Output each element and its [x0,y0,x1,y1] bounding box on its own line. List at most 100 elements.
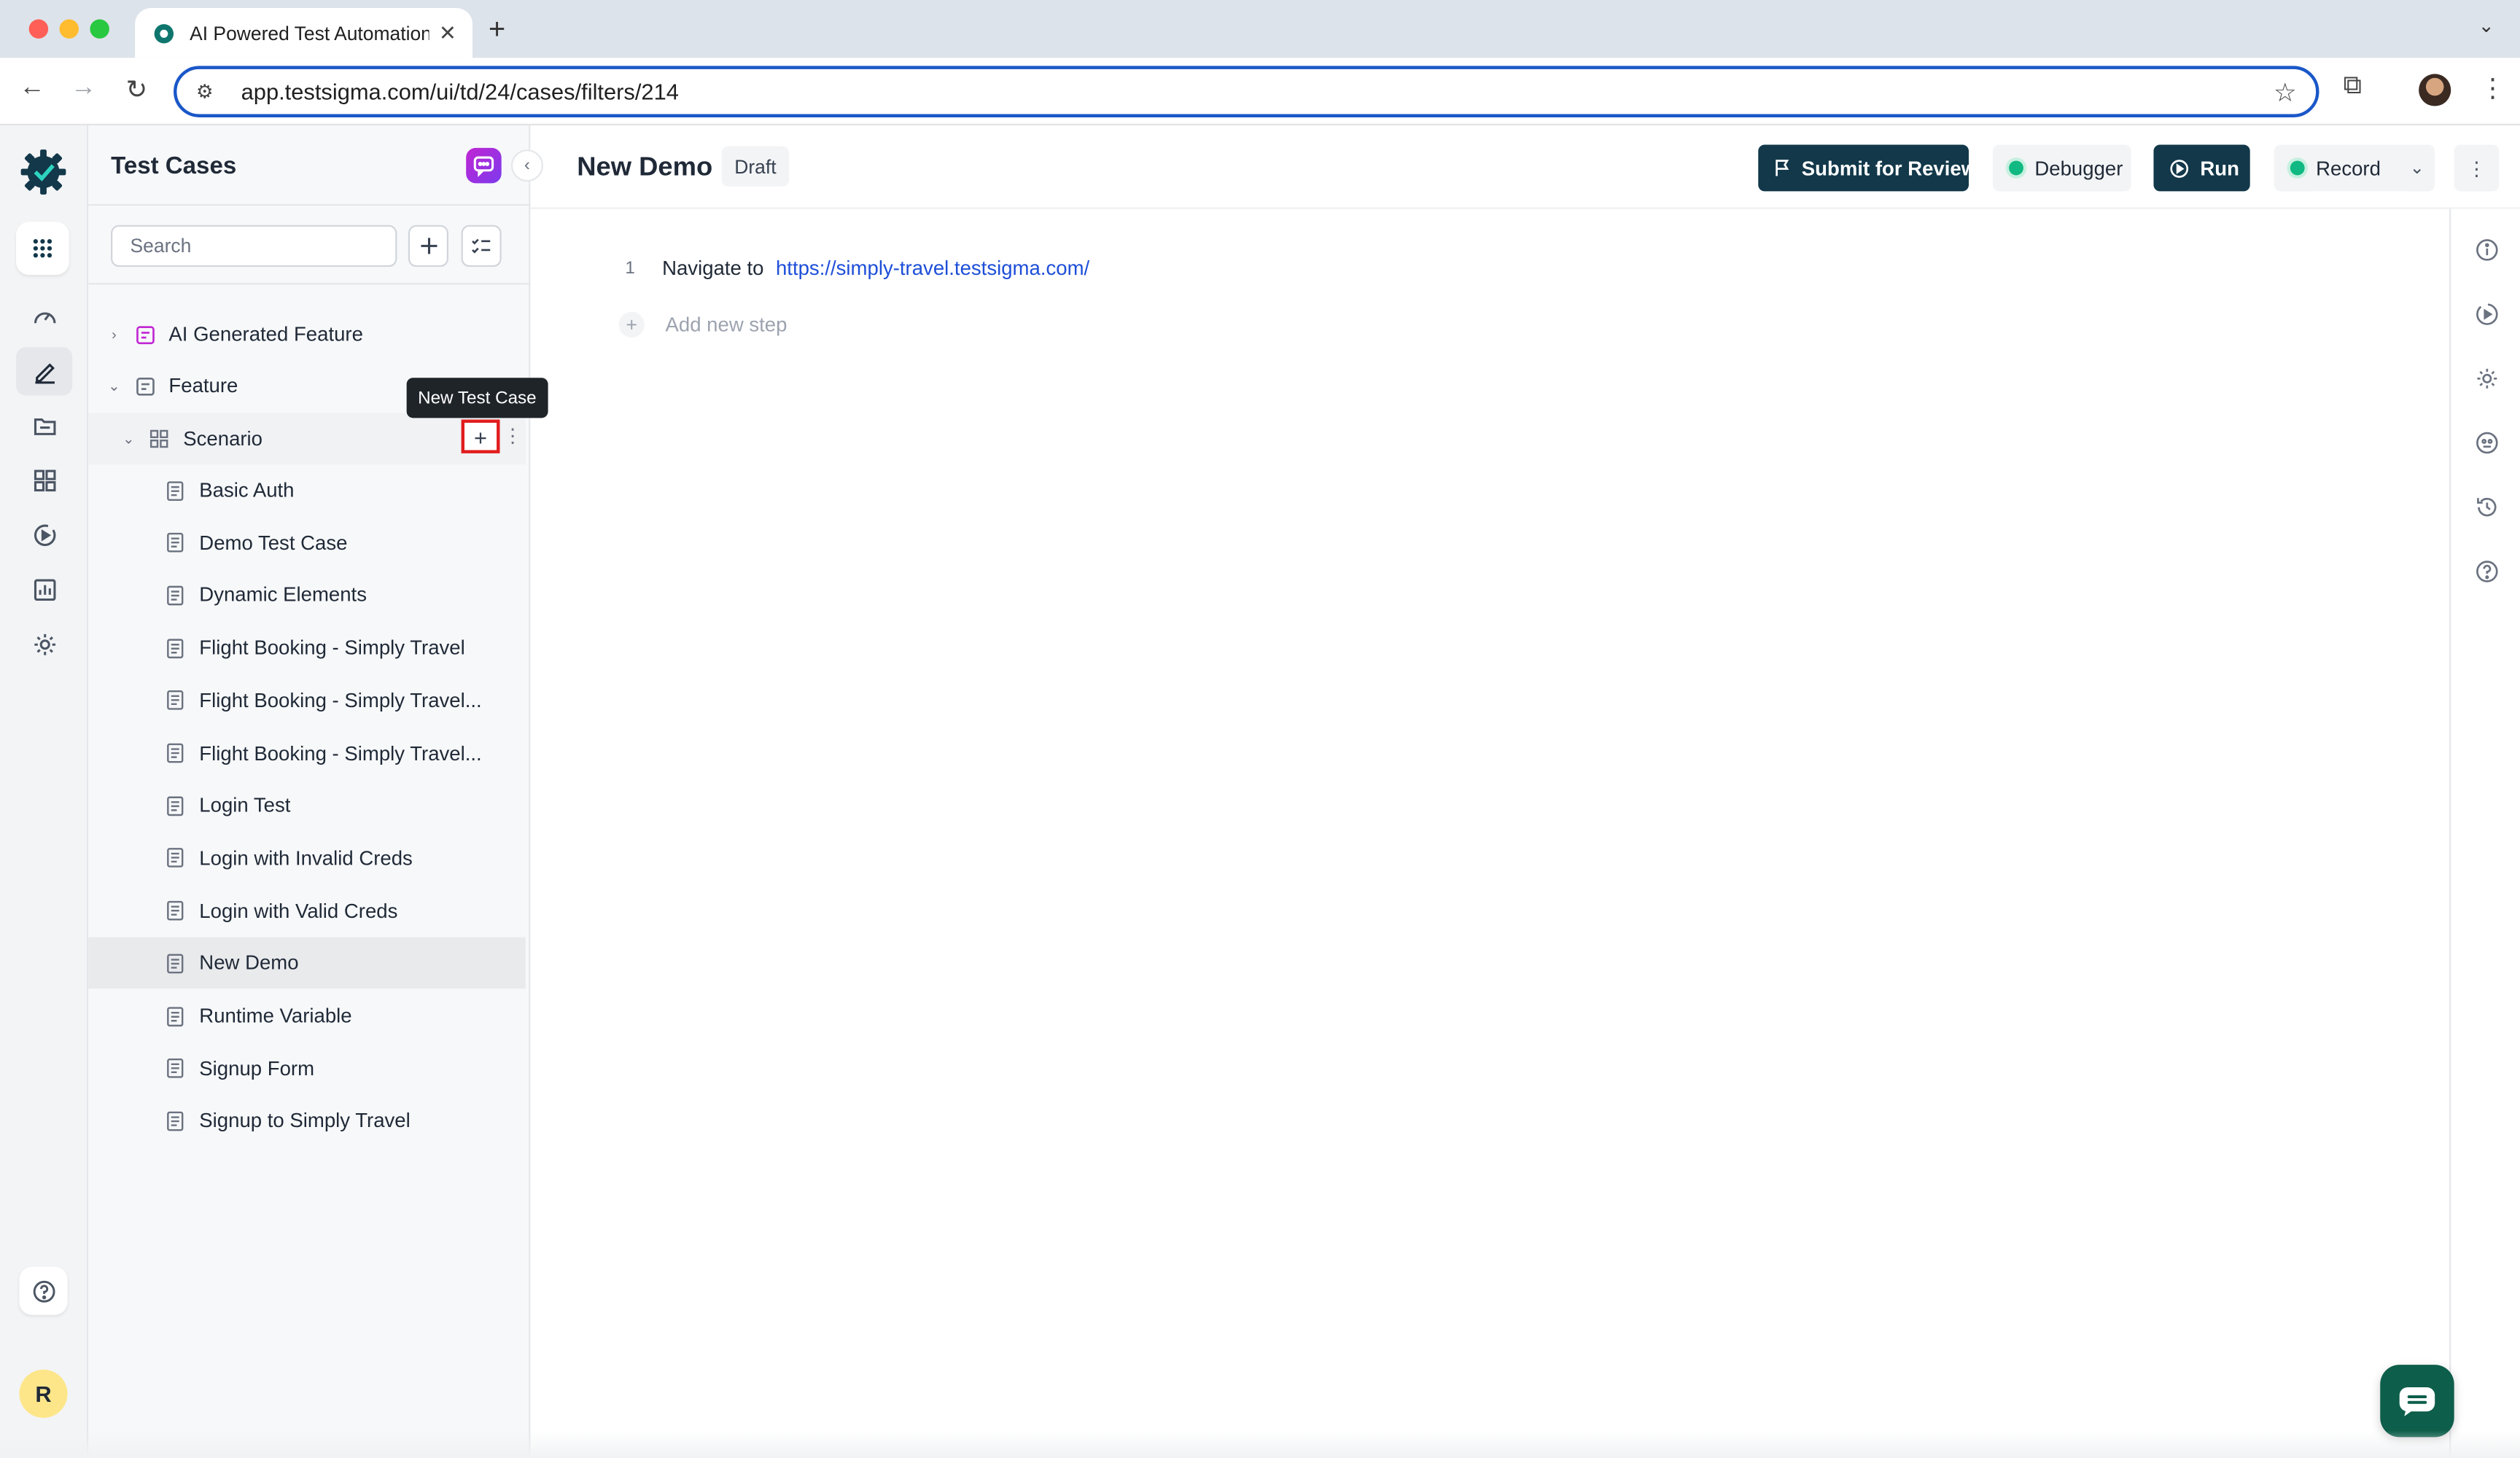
back-icon[interactable]: ← [15,74,50,103]
apps-grid-button[interactable] [16,222,69,276]
new-test-case-button[interactable]: + [461,419,500,453]
test-case-item[interactable]: Dynamic Elements [88,569,526,621]
step-text[interactable]: Navigate to https://simply-travel.testsi… [662,257,1089,280]
help-button[interactable] [19,1266,68,1315]
tree-scenario[interactable]: ⌄ Scenario + ⋮ [88,413,526,465]
testsigma-logo-icon[interactable] [19,148,67,196]
test-case-item[interactable]: New Demo [88,937,526,989]
chat-icon [2399,1386,2435,1416]
test-case-item[interactable]: Signup to Simply Travel [88,1096,526,1147]
help-circle-icon [32,1279,55,1302]
test-case-doc-icon [164,1110,187,1132]
chevron-down-icon[interactable]: ⌄ [2410,157,2424,178]
test-case-item[interactable]: Flight Booking - Simply Travel... [88,728,526,779]
dry-run-button[interactable] [2470,297,2502,330]
test-case-label: Signup Form [199,1057,315,1080]
test-case-doc-icon [164,742,187,765]
add-button[interactable] [408,225,448,268]
step-url-link[interactable]: https://simply-travel.testsigma.com/ [776,257,1089,280]
dashboard-nav-button[interactable] [16,292,72,340]
app-root: AI Powered Test Automation P ✕ + ⌄ ← → ↻… [0,0,2520,1458]
debugger-status-dot [2009,160,2023,176]
info-button[interactable] [2470,233,2502,265]
test-case-doc-icon [164,900,187,922]
forward-icon[interactable]: → [66,74,101,103]
run-button[interactable]: Run [2153,144,2250,192]
reports-nav-button[interactable] [16,566,72,614]
test-case-label: Login Test [199,794,291,817]
test-case-title[interactable]: New Demo [577,152,712,183]
test-case-item[interactable]: Login Test [88,780,526,832]
browser-menu-icon[interactable]: ⋮ [2480,72,2505,104]
record-button[interactable]: Record ⌄ [2274,144,2435,192]
history-button[interactable] [2470,491,2502,523]
ai-copilot-button[interactable] [2470,426,2502,458]
ai-assistant-button[interactable] [466,147,502,184]
collapse-panel-button[interactable]: ‹ [510,149,543,182]
more-actions-button[interactable]: ⋮ [2454,144,2500,192]
test-case-item[interactable]: Flight Booking - Simply Travel [88,623,526,674]
test-case-item[interactable]: Flight Booking - Simply Travel... [88,675,526,727]
right-tool-rail [2449,208,2520,1458]
add-new-step-label[interactable]: Add new step [665,313,787,336]
chevron-down-icon[interactable]: ⌄ [119,430,138,448]
panel-divider [88,283,531,285]
browser-profile-avatar[interactable] [2419,74,2451,106]
settings-nav-button[interactable] [16,620,72,668]
test-case-doc-icon [164,636,187,659]
feature-ai-icon [133,323,156,346]
maximize-window-button[interactable] [90,19,109,39]
close-window-button[interactable] [28,19,49,39]
close-tab-icon[interactable]: ✕ [439,20,456,46]
test-data-nav-button[interactable] [16,402,72,450]
flag-icon [1774,159,1790,176]
step-number: 1 [625,259,635,278]
grid-four-icon [33,469,55,492]
chevron-right-icon[interactable]: › [104,327,123,343]
test-case-item[interactable]: Basic Auth [88,464,526,516]
status-badge: Draft [721,146,790,187]
test-case-item[interactable]: Demo Test Case [88,517,526,569]
help-button[interactable] [2470,555,2502,587]
test-cases-nav-button[interactable] [16,347,73,396]
page-bottom-edge [0,1430,2520,1458]
submit-for-review-button[interactable]: Submit for Review [1758,144,1977,192]
modules-nav-button[interactable] [16,456,72,504]
settings-button[interactable] [2470,362,2502,394]
extensions-icon[interactable]: ⧉ [2344,72,2362,101]
support-chat-button[interactable] [2380,1365,2454,1438]
test-case-item[interactable]: Runtime Variable [88,990,526,1042]
bookmark-star-icon[interactable]: ☆ [2274,77,2297,109]
main-header: New Demo Draft Submit for Review Debugge… [530,125,2520,209]
panel-header: Test Cases ‹ [88,125,543,206]
test-case-item[interactable]: Login with Valid Creds [88,885,526,937]
chat-bubble-icon [473,156,494,177]
address-bar[interactable]: ⚙ app.testsigma.com/ui/td/24/cases/filte… [174,66,2319,117]
search-input[interactable] [111,225,397,268]
test-case-item[interactable]: Signup Form [88,1042,526,1094]
chevron-left-icon: ‹ [524,155,530,176]
apps-grid-icon [33,239,52,258]
test-case-item[interactable]: Login with Invalid Creds [88,833,526,884]
new-tab-button[interactable]: + [489,13,505,47]
scenario-icon [148,428,171,451]
user-avatar[interactable]: R [19,1369,68,1418]
runs-nav-button[interactable] [16,511,72,559]
tab-search-icon[interactable]: ⌄ [2478,15,2494,37]
plus-icon[interactable]: + [618,311,645,338]
tree-feature-ai-generated[interactable]: › AI Generated Feature [88,308,526,360]
site-info-icon[interactable]: ⚙ [196,80,222,103]
debugger-button[interactable]: Debugger [1993,144,2131,192]
bulk-select-button[interactable] [461,225,502,268]
test-case-doc-icon [164,584,187,607]
test-case-doc-icon [164,690,187,712]
minimize-window-button[interactable] [59,19,79,39]
more-options-icon[interactable]: ⋮ [503,424,522,447]
reload-icon[interactable]: ↻ [119,74,154,106]
chevron-down-icon[interactable]: ⌄ [104,377,123,394]
browser-tab[interactable]: AI Powered Test Automation P ✕ [135,8,473,58]
checklist-icon [472,238,491,254]
dashboard-gauge-icon [33,312,55,324]
testsigma-favicon-icon [154,23,174,43]
run-label: Run [2200,156,2239,179]
